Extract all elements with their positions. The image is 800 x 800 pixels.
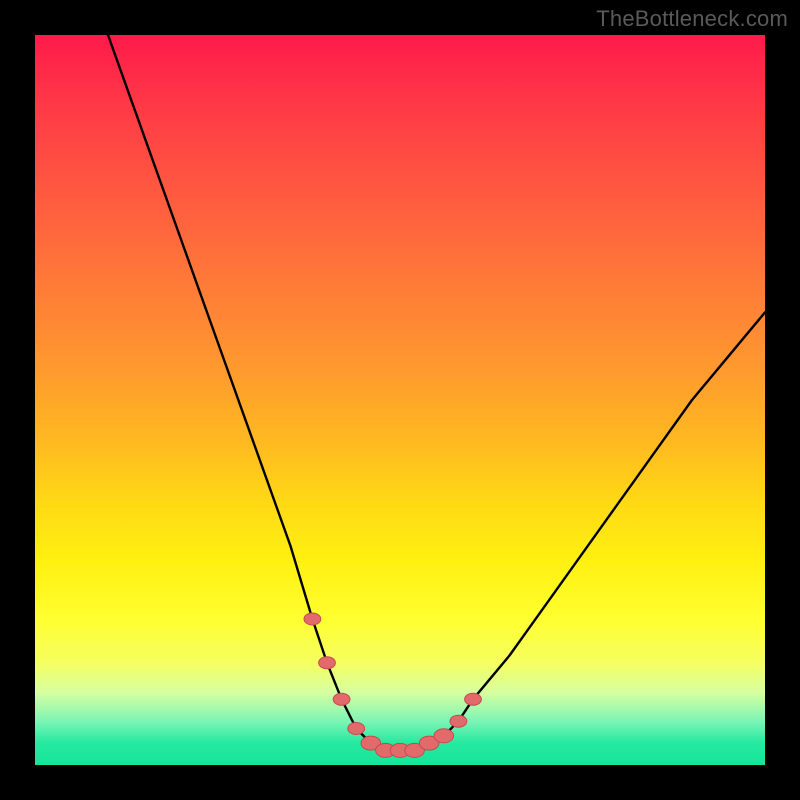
valley-marker [304, 613, 321, 625]
valley-marker [434, 729, 454, 743]
valley-markers-group [304, 613, 481, 757]
bottleneck-curve-svg [35, 35, 765, 765]
curve-group [108, 35, 765, 750]
valley-marker [333, 693, 350, 705]
plot-area [35, 35, 765, 765]
bottleneck-curve-path [108, 35, 765, 750]
valley-marker [465, 693, 482, 705]
valley-marker [319, 657, 336, 669]
valley-marker [348, 723, 365, 735]
watermark-text: TheBottleneck.com [596, 6, 788, 32]
chart-frame: TheBottleneck.com [0, 0, 800, 800]
valley-marker [450, 715, 467, 727]
